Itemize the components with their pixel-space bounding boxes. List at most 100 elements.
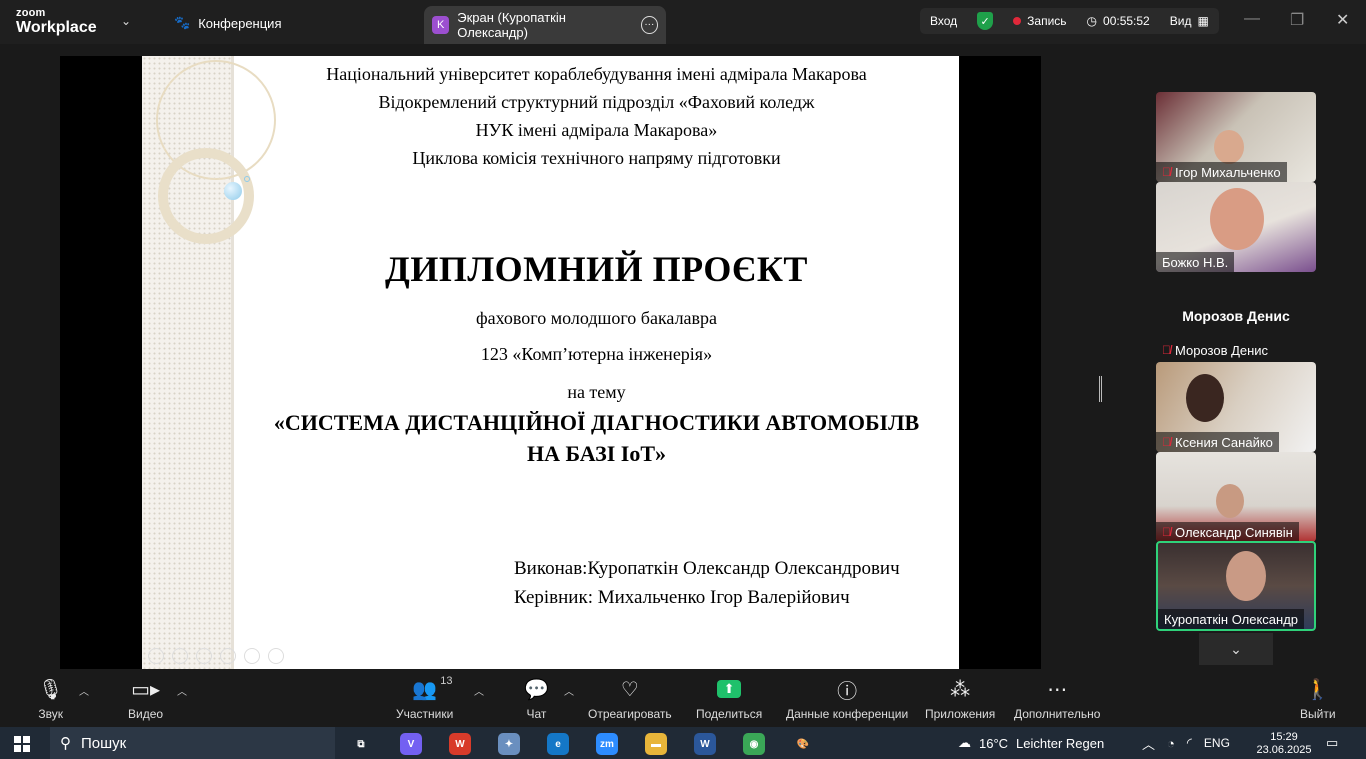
zoom-icon[interactable]: zm: [596, 733, 618, 755]
clock[interactable]: 15:29 23.06.2025: [1252, 731, 1316, 757]
slide-supervisor: Керівник: Михальченко Ігор Валерійович: [514, 587, 850, 608]
windows-start-icon[interactable]: [14, 736, 30, 752]
apps-icon: ⁂: [950, 678, 971, 701]
chevron-up-icon[interactable]: ︿: [564, 683, 574, 698]
clock-icon: ◷: [1086, 14, 1098, 28]
meeting-toolbar: 🎙 Звук ︿ ▭▸ Видео ︿ 👥 13 Участники ︿ 💬 Ча…: [0, 669, 1366, 727]
chrome-icon[interactable]: ◉: [743, 733, 765, 755]
chevron-up-icon[interactable]: ︿: [79, 683, 89, 698]
meeting-timer: ◷ 00:55:52: [1077, 8, 1160, 34]
mic-muted-icon: 🎙̸: [1162, 165, 1171, 179]
prev-icon[interactable]: [148, 648, 164, 664]
video-button[interactable]: ▭▸ Видео: [128, 677, 163, 722]
edge-icon[interactable]: e: [547, 733, 569, 755]
participant-tile[interactable]: Морозов Денис 🎙̸ Морозов Денис: [1156, 272, 1316, 362]
weather-temp: 16°C: [979, 735, 1009, 751]
participant-name-tag: 🎙̸ Ігор Михальченко: [1156, 162, 1287, 182]
apps-button[interactable]: ⁂ Приложения: [925, 677, 995, 722]
minimize-icon[interactable]: —: [1244, 10, 1260, 28]
share-button[interactable]: ⬆ Поделиться: [696, 677, 762, 721]
word-icon[interactable]: W: [694, 733, 716, 755]
slide-degree: фахового молодшого бакалавра: [475, 308, 718, 328]
app-logo[interactable]: zoom Workplace: [16, 8, 97, 36]
participant-video: [1226, 551, 1266, 601]
wifi-icon[interactable]: ◜: [1187, 735, 1192, 751]
tab-conference-label: Конференция: [198, 15, 282, 31]
chevron-up-icon[interactable]: ︿: [474, 683, 484, 698]
participants-button[interactable]: 👥 13 Участники: [396, 675, 453, 721]
participant-tile[interactable]: 🎙̸ Ігор Михальченко: [1156, 92, 1316, 182]
more-label: Дополнительно: [1014, 707, 1101, 721]
tab-screen-share[interactable]: K Экран (Куропаткін Олександр) ···: [424, 6, 666, 44]
clock-date: 23.06.2025: [1256, 744, 1312, 756]
scroll-down-button[interactable]: ⌄: [1199, 633, 1273, 665]
leave-icon: 🚶: [1305, 678, 1331, 701]
meeting-status: Вход ✓ Запись ◷ 00:55:52 Вид ▦: [920, 8, 1219, 34]
close-icon[interactable]: ✕: [1336, 10, 1349, 30]
tab-conference[interactable]: 🐾 Конференция: [168, 8, 287, 38]
record-label: Запись: [1027, 14, 1067, 28]
zoom-icon[interactable]: [244, 648, 260, 664]
grid-icon: ▦: [1197, 14, 1209, 28]
meeting-info-button[interactable]: ⓘ Данные конференции: [786, 677, 908, 722]
participant-tile-active-speaker[interactable]: Куропаткін Олександр: [1156, 541, 1316, 631]
leave-label: Выйти: [1300, 707, 1336, 721]
participant-tile[interactable]: Божко Н.В.: [1156, 182, 1316, 272]
chat-button[interactable]: 💬 Чат: [524, 677, 549, 722]
presentation-slide: Національний університет кораблебудуванн…: [142, 56, 959, 669]
chevron-up-icon[interactable]: ︿: [1142, 734, 1155, 753]
avatar: K: [432, 16, 450, 34]
participant-name: Морозов Денис: [1175, 342, 1269, 358]
language-indicator[interactable]: ENG: [1204, 736, 1230, 750]
os-taskbar: ⚲ Пошук ⧉ V W ✦ e zm ▬ W ◉ 🎨 ☁ 16°C Leic…: [0, 727, 1366, 759]
participant-name-tag: 🎙̸ Олександр Синявін: [1156, 522, 1299, 542]
system-tray: ︿ ◔ ◜ ENG: [1142, 727, 1230, 759]
view-button[interactable]: Вид ▦: [1160, 8, 1219, 34]
next-icon[interactable]: [172, 648, 188, 664]
brand-big: Workplace: [16, 19, 97, 36]
network-icon[interactable]: ◔: [1167, 736, 1175, 751]
notifications-icon[interactable]: ▭: [1326, 727, 1338, 759]
weather-desc: Leichter Regen: [1016, 735, 1105, 751]
mic-muted-icon: 🎙̸: [1162, 343, 1171, 357]
record-dot-icon: [1013, 17, 1022, 25]
audio-button[interactable]: 🎙 Звук: [38, 677, 64, 722]
task-view-icon[interactable]: ⧉: [350, 733, 372, 755]
slide-specialty: 123 «Комп’ютерна інженерія»: [480, 344, 713, 364]
search-label: Пошук: [81, 734, 127, 752]
weather-widget[interactable]: ☁ 16°C Leichter Regen: [958, 727, 1104, 759]
security-badge[interactable]: ✓: [967, 8, 1003, 34]
pen-icon[interactable]: [196, 648, 212, 664]
react-button[interactable]: ♡ Отреагировать: [588, 677, 672, 722]
file-explorer-icon[interactable]: ▬: [645, 733, 667, 755]
app-icon[interactable]: ✦: [498, 733, 520, 755]
chevron-down-icon[interactable]: ⌄: [121, 14, 131, 28]
slide-on-topic: на тему: [567, 382, 626, 402]
maximize-icon[interactable]: ❐: [1290, 10, 1304, 30]
split-handle[interactable]: [1099, 376, 1102, 402]
chevron-up-icon[interactable]: ︿: [177, 683, 187, 698]
participant-tile[interactable]: 🎙̸ Ксения Санайко: [1156, 362, 1316, 452]
participant-video: [1186, 374, 1224, 422]
record-indicator[interactable]: Запись: [1003, 8, 1076, 34]
audio-label: Звук: [38, 707, 63, 721]
login-button[interactable]: Вход: [920, 8, 967, 34]
wps-icon[interactable]: W: [449, 733, 471, 755]
slides-icon[interactable]: [220, 648, 236, 664]
more-icon[interactable]: ···: [640, 16, 658, 34]
participant-tile[interactable]: 🎙̸ Олександр Синявін: [1156, 452, 1316, 542]
taskbar-search[interactable]: ⚲ Пошук: [50, 727, 335, 759]
microphone-icon: 🎙: [38, 678, 64, 701]
paint-icon[interactable]: 🎨: [792, 733, 814, 755]
participant-video: [1216, 484, 1244, 518]
clock-time: 15:29: [1270, 731, 1298, 743]
viber-icon[interactable]: V: [400, 733, 422, 755]
leave-button[interactable]: 🚶 Выйти: [1300, 677, 1336, 722]
search-icon: ⚲: [60, 735, 71, 752]
slide-header-line: Відокремлений структурний підрозділ «Фах…: [378, 92, 815, 112]
slide-title: ДИПЛОМНИЙ ПРОЄКТ: [385, 249, 808, 289]
participants-icon: 👥 13: [412, 675, 453, 701]
more-button[interactable]: ⋯ Дополнительно: [1014, 677, 1101, 722]
more-icon[interactable]: [268, 648, 284, 664]
participant-video: [1214, 130, 1244, 164]
